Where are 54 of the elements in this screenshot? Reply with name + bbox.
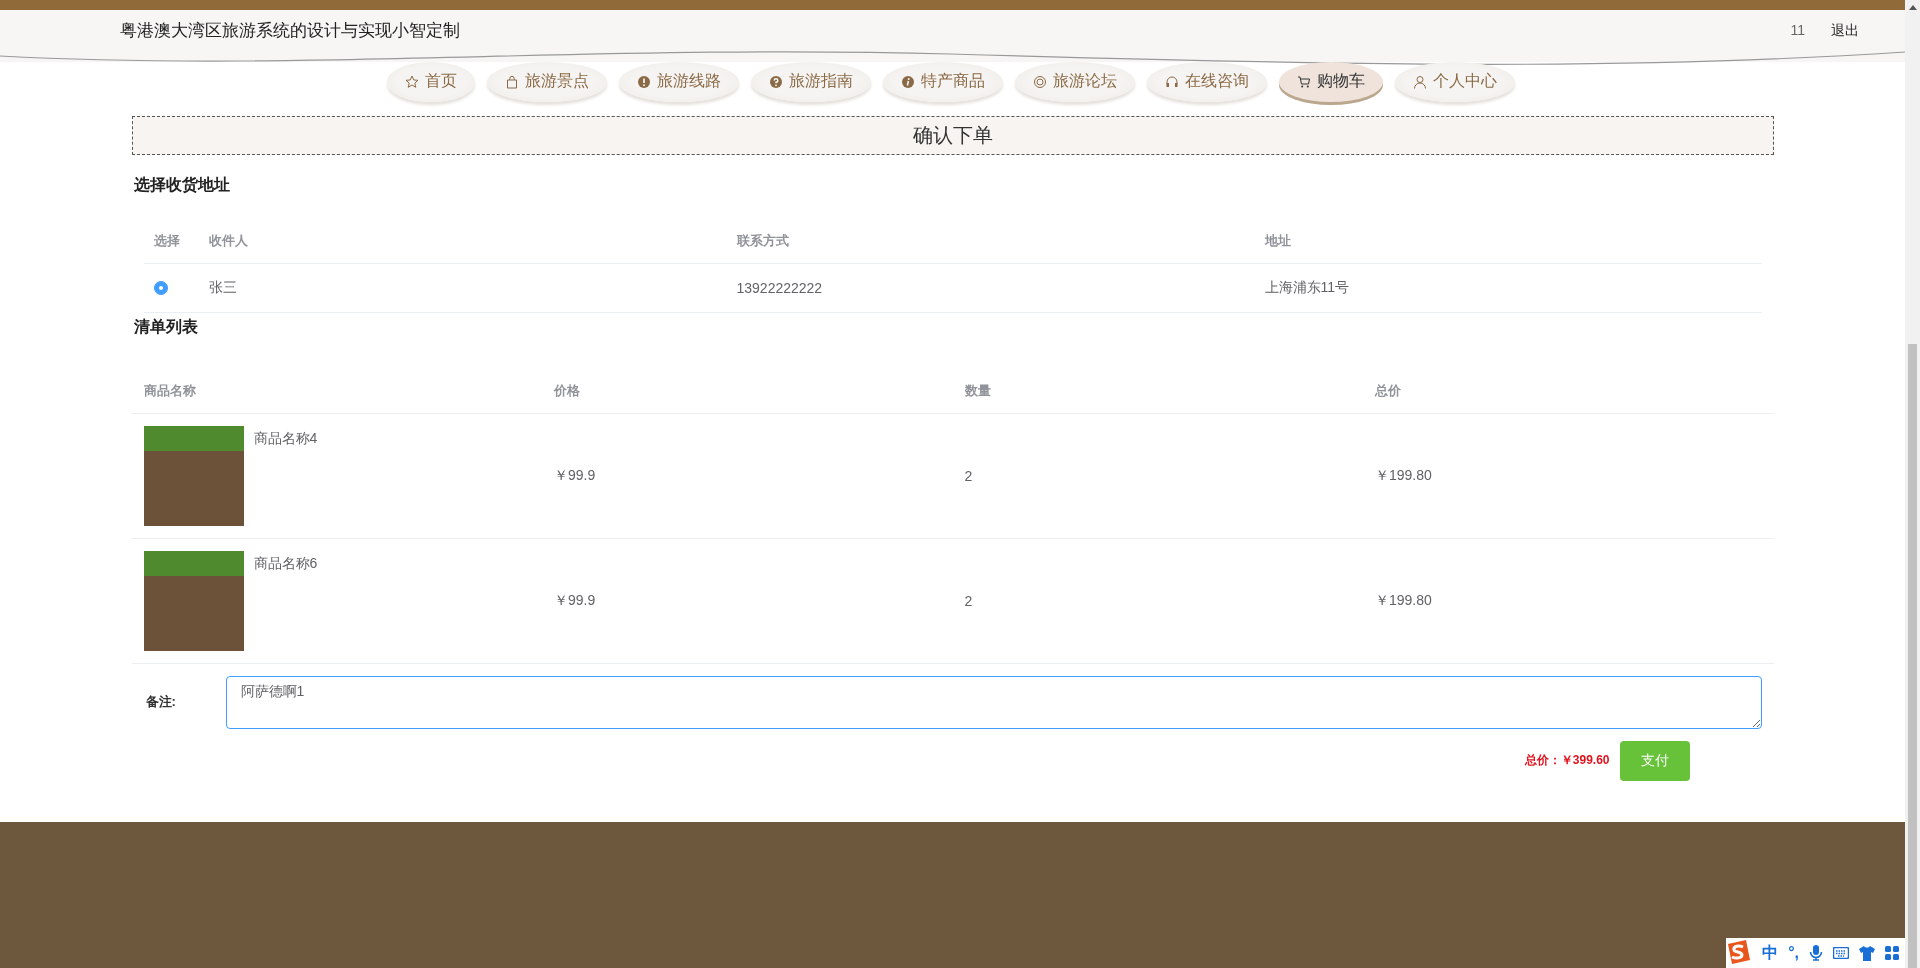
bag-icon bbox=[504, 74, 519, 89]
remark-label: 备注: bbox=[145, 693, 177, 712]
column-header: 价格 bbox=[552, 381, 581, 400]
nav-tab[interactable]: 在线咨询 bbox=[1146, 61, 1267, 102]
info-icon bbox=[900, 74, 915, 89]
username: 11 bbox=[1790, 21, 1805, 40]
logout-link[interactable]: 退出 bbox=[1831, 21, 1859, 40]
column-header: 数量 bbox=[963, 381, 992, 400]
star-icon bbox=[404, 74, 419, 89]
scrollbar[interactable] bbox=[1905, 0, 1920, 968]
nav-tab[interactable]: 特产商品 bbox=[882, 61, 1003, 102]
product-name: 商品名称6 bbox=[253, 553, 318, 573]
total-price: 总价：￥399.60 bbox=[1524, 752, 1610, 770]
input-mode-label[interactable]: 中 bbox=[1762, 942, 1779, 964]
table-cell-text: ￥199.80 bbox=[1374, 591, 1433, 610]
cart-icon bbox=[1296, 74, 1311, 89]
column-header: 商品名称 bbox=[142, 381, 197, 400]
nav-tab[interactable]: 购物车 bbox=[1278, 61, 1383, 102]
nav-tab[interactable]: 旅游线路 bbox=[618, 61, 739, 102]
nav-tab[interactable]: 旅游景点 bbox=[486, 61, 607, 102]
section-heading: 选择收货地址 bbox=[132, 174, 231, 196]
person-icon bbox=[1412, 74, 1427, 89]
target-icon bbox=[1032, 74, 1047, 89]
table-cell-text: 2 bbox=[963, 467, 974, 484]
headset-icon bbox=[1164, 74, 1179, 89]
section-heading: 清单列表 bbox=[132, 316, 199, 337]
column-header: 总价 bbox=[1373, 381, 1402, 400]
table-cell-text: 上海浦东11号 bbox=[1263, 278, 1351, 297]
column-header: 地址 bbox=[1263, 231, 1292, 250]
microphone-icon bbox=[1809, 945, 1823, 961]
table-cell-text: 2 bbox=[963, 592, 974, 609]
nav-tab[interactable]: 个人中心 bbox=[1394, 61, 1515, 102]
radio-button[interactable] bbox=[153, 280, 168, 295]
table-cell-text: ￥199.80 bbox=[1374, 466, 1433, 485]
grid-icon bbox=[1885, 946, 1899, 960]
product-name: 商品名称4 bbox=[253, 428, 318, 448]
nav-tab[interactable]: 旅游论坛 bbox=[1014, 61, 1135, 102]
nav-tab[interactable]: 首页 bbox=[386, 61, 475, 102]
remark-field[interactable]: 阿萨德啊1 bbox=[225, 675, 1762, 729]
site-title: 粤港澳大湾区旅游系统的设计与实现小智定制 bbox=[120, 20, 460, 43]
question-icon bbox=[768, 74, 783, 89]
punctuation-toggle[interactable]: °, bbox=[1788, 944, 1799, 962]
table-cell-text: ￥99.9 bbox=[553, 466, 597, 485]
table-cell-text: ￥99.9 bbox=[553, 591, 597, 610]
column-header: 选择 bbox=[152, 231, 181, 250]
table-cell-text: 张三 bbox=[207, 278, 238, 297]
column-header: 联系方式 bbox=[735, 231, 790, 250]
nav-tab[interactable]: 旅游指南 bbox=[750, 61, 871, 102]
exclamation-icon bbox=[636, 74, 651, 89]
shirt-icon bbox=[1859, 945, 1875, 961]
keyboard-icon bbox=[1833, 947, 1849, 959]
column-header: 收件人 bbox=[207, 231, 249, 250]
page-title: 确认下单 bbox=[912, 122, 993, 148]
table-cell-text: 13922222222 bbox=[735, 279, 824, 296]
